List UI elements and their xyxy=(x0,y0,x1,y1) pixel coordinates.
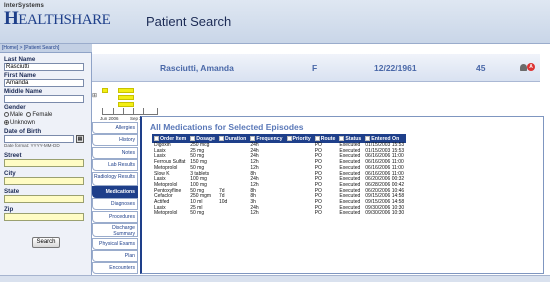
patient-banner: Rasciutti, Amanda F 12/22/1961 45 A xyxy=(92,54,540,82)
column-header-priority[interactable]: Priority xyxy=(284,134,313,143)
patient-name: Rasciutti, Amanda xyxy=(160,63,234,73)
table-cell: 50 mg xyxy=(190,210,205,217)
date-format-hint: Date format: YYYY-MM-DD xyxy=(4,143,60,148)
tab-diagnoses[interactable]: Diagnoses xyxy=(92,198,138,211)
header-bar: InterSystems HEALTHSHARE Patient Search xyxy=(0,0,550,44)
column-header-label: Status xyxy=(345,135,362,142)
timeline-episode-bar[interactable] xyxy=(118,88,134,93)
city-input[interactable] xyxy=(4,177,84,185)
middle-name-label: Middle Name xyxy=(4,88,43,95)
column-header-label: Priority xyxy=(292,135,311,142)
gender-label: Gender xyxy=(4,104,26,111)
medications-panel: All Medications for Selected Episodes Or… xyxy=(140,116,544,274)
timeline-episode-bar[interactable] xyxy=(102,88,108,93)
sort-icon[interactable] xyxy=(154,135,159,141)
main-panel: Rasciutti, Amanda F 12/22/1961 45 A ⊞ Ju… xyxy=(92,44,550,275)
sort-icon[interactable] xyxy=(218,135,224,141)
column-header-label: Order Item xyxy=(160,135,187,142)
timeline-axis xyxy=(102,108,158,115)
gender-radio-group: Male Female Unknown xyxy=(4,111,87,127)
app-window: InterSystems HEALTHSHARE Patient Search … xyxy=(0,0,550,282)
tab-plan[interactable]: Plan xyxy=(92,249,138,262)
alert-icons[interactable]: A xyxy=(520,63,536,73)
calendar-icon[interactable]: ▦ xyxy=(76,135,84,143)
medications-table: Order Item Dosage Duration Frequency Priorit… xyxy=(152,134,407,217)
tab-notes[interactable]: Notes xyxy=(92,146,138,159)
state-label: State xyxy=(4,188,20,195)
column-header-duration[interactable]: Duration xyxy=(216,134,249,143)
healthshare-logo[interactable]: InterSystems HEALTHSHARE xyxy=(4,3,111,39)
tab-procedures[interactable]: Procedures xyxy=(92,210,138,223)
tab-radiology-results[interactable]: Radiology Results xyxy=(92,171,138,186)
tab-physical-exams[interactable]: Physical Exams xyxy=(92,237,138,250)
page-title: Patient Search xyxy=(146,14,232,29)
column-header-label: Dosage xyxy=(196,135,215,142)
tab-allergies[interactable]: Allergies xyxy=(92,122,138,134)
brand-name: HEALTHSHARE xyxy=(4,8,111,29)
table-cell: 09/30/2006 10:30 xyxy=(365,210,405,217)
table-cell: PO xyxy=(314,210,322,217)
zip-label: Zip xyxy=(4,206,14,213)
timeline-expand-icon[interactable]: ⊞ xyxy=(92,92,97,99)
state-input[interactable] xyxy=(4,195,84,203)
breadcrumb[interactable]: [Home] > [Patient Search] xyxy=(0,44,92,53)
tab-discharge-summary[interactable]: Discharge Summary xyxy=(92,223,138,238)
table-cell: 12h xyxy=(250,210,259,217)
timeline-start-label: Jun 2006 xyxy=(100,116,119,121)
person-alert-icon[interactable] xyxy=(520,64,527,71)
record-tabs: Allergies History Notes Lab Results Radiolog… xyxy=(92,122,140,275)
zip-input[interactable] xyxy=(4,213,84,221)
gender-male-radio[interactable]: Male xyxy=(4,111,23,118)
column-header-label: Entered On xyxy=(371,135,400,142)
footer-bar xyxy=(0,275,550,282)
patient-sex: F xyxy=(312,63,318,73)
last-name-input[interactable]: Rasciutti xyxy=(4,63,84,71)
street-input[interactable] xyxy=(4,159,84,167)
dob-label: Date of Birth xyxy=(4,128,42,135)
patient-dob: 12/22/1961 xyxy=(374,63,417,73)
tab-medications[interactable]: Medications xyxy=(92,185,138,198)
timeline-episode-bar[interactable] xyxy=(118,102,134,107)
table-cell: Executed xyxy=(339,210,361,217)
table-cell xyxy=(285,211,313,217)
sort-icon[interactable] xyxy=(365,135,371,141)
table-row[interactable]: Metoprolol 50 mg 12h PO Executed 09/30/2006 1… xyxy=(152,211,406,217)
last-name-label: Last Name xyxy=(4,56,36,63)
city-label: City xyxy=(4,170,16,177)
sort-icon[interactable] xyxy=(250,135,256,141)
first-name-label: First Name xyxy=(4,72,36,79)
dob-input[interactable] xyxy=(4,135,74,143)
column-header-label: Frequency xyxy=(256,135,283,142)
middle-name-input[interactable] xyxy=(4,95,84,103)
gender-female-radio[interactable]: Female xyxy=(26,111,52,118)
medications-title: All Medications for Selected Episodes xyxy=(150,122,304,132)
first-name-input[interactable]: Amanda xyxy=(4,79,84,87)
allergy-alert-icon[interactable]: A xyxy=(527,63,535,71)
patient-search-form: Last Name Rasciutti First Name Amanda Mi… xyxy=(0,53,92,275)
street-label: Street xyxy=(4,152,22,159)
sort-icon[interactable] xyxy=(190,135,196,141)
tab-lab-results[interactable]: Lab Results xyxy=(92,159,138,172)
table-cell: Metoprolol xyxy=(154,210,178,217)
tab-history[interactable]: History xyxy=(92,134,138,147)
timeline-episode-bar[interactable] xyxy=(118,95,134,100)
tab-encounters[interactable]: Encounters xyxy=(92,262,138,275)
search-button[interactable]: Search xyxy=(32,237,60,248)
column-header-label: Duration xyxy=(224,135,247,142)
patient-age: 45 xyxy=(476,63,486,73)
sort-icon[interactable] xyxy=(286,135,292,141)
table-cell xyxy=(217,211,248,217)
sort-icon[interactable] xyxy=(314,135,320,141)
sort-icon[interactable] xyxy=(339,135,345,141)
gender-unknown-radio[interactable]: Unknown xyxy=(4,119,35,126)
column-header-label: Route xyxy=(320,135,336,142)
